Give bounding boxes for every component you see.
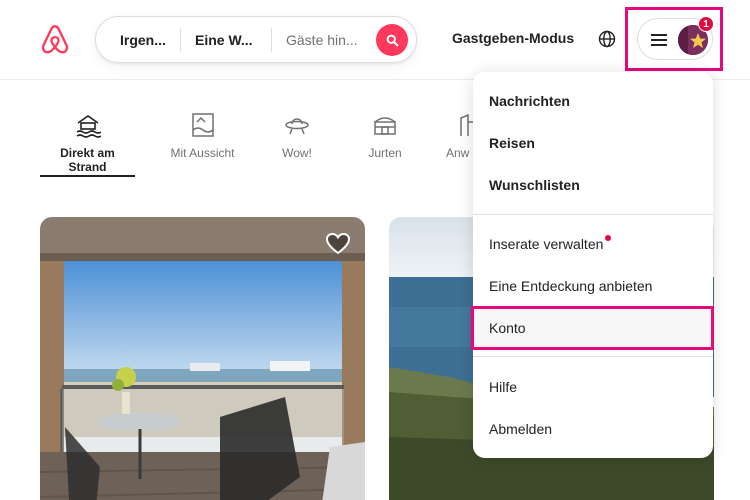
yurt-icon [374, 117, 396, 135]
menu-divider [473, 356, 713, 357]
menu-item-reisen[interactable]: Reisen [473, 122, 713, 164]
menu-item-label: Reisen [489, 135, 535, 151]
menu-divider [473, 214, 713, 215]
menu-item-wunschlisten[interactable]: Wunschlisten [473, 164, 713, 206]
search-who[interactable]: Gäste hin... [272, 32, 368, 48]
menu-item-label: Eine Entdeckung anbieten [489, 278, 653, 294]
category-wow[interactable]: Wow! [265, 112, 329, 160]
category-jurten[interactable]: Jurten [355, 112, 415, 160]
category-mit-aussicht[interactable]: Mit Aussicht [160, 112, 245, 160]
search-when[interactable]: Eine W... [181, 32, 271, 48]
ufo-icon [285, 118, 309, 135]
category-label: Jurten [368, 146, 402, 160]
menu-item-label: Abmelden [489, 421, 553, 437]
host-mode-link[interactable]: Gastgeben-Modus [452, 30, 574, 46]
category-label: Direkt am Strand [60, 146, 115, 174]
menu-item-abmelden[interactable]: Abmelden [473, 408, 713, 450]
airbnb-logo-icon[interactable] [38, 22, 72, 58]
menu-item-nachrichten[interactable]: Nachrichten [473, 80, 713, 122]
menu-item-entdeckung-anbieten[interactable]: Eine Entdeckung anbieten [473, 265, 713, 307]
heart-icon[interactable] [325, 231, 351, 255]
menu-item-inserate-verwalten[interactable]: Inserate verwalten [473, 223, 713, 265]
listing-photo [40, 217, 365, 500]
highlight-konto [471, 306, 714, 350]
menu-item-hilfe[interactable]: Hilfe [473, 366, 713, 408]
menu-item-label: Inserate verwalten [489, 236, 604, 252]
menu-item-label: Nachrichten [489, 93, 570, 109]
search-where[interactable]: Irgen... [96, 32, 180, 48]
globe-icon[interactable] [598, 30, 616, 48]
highlight-profile-button [625, 7, 723, 71]
active-category-underline [40, 175, 135, 177]
search-button[interactable] [376, 24, 408, 56]
category-label: Mit Aussicht [170, 146, 235, 160]
profile-dropdown-menu: Nachrichten Reisen Wunschlisten Inserate… [473, 72, 713, 458]
listing-card[interactable] [40, 217, 365, 500]
category-label: Anw [446, 146, 470, 160]
category-label: Wow! [282, 146, 312, 160]
view-icon [191, 113, 214, 137]
notification-dot [605, 235, 612, 241]
search-bar[interactable]: Irgen... Eine W... Gäste hin... [95, 16, 417, 63]
category-direkt-am-strand[interactable]: Direkt am Strand [40, 112, 135, 174]
beach-icon [76, 115, 101, 138]
menu-item-label: Wunschlisten [489, 177, 580, 193]
menu-item-label: Hilfe [489, 379, 518, 395]
search-icon [386, 34, 398, 46]
